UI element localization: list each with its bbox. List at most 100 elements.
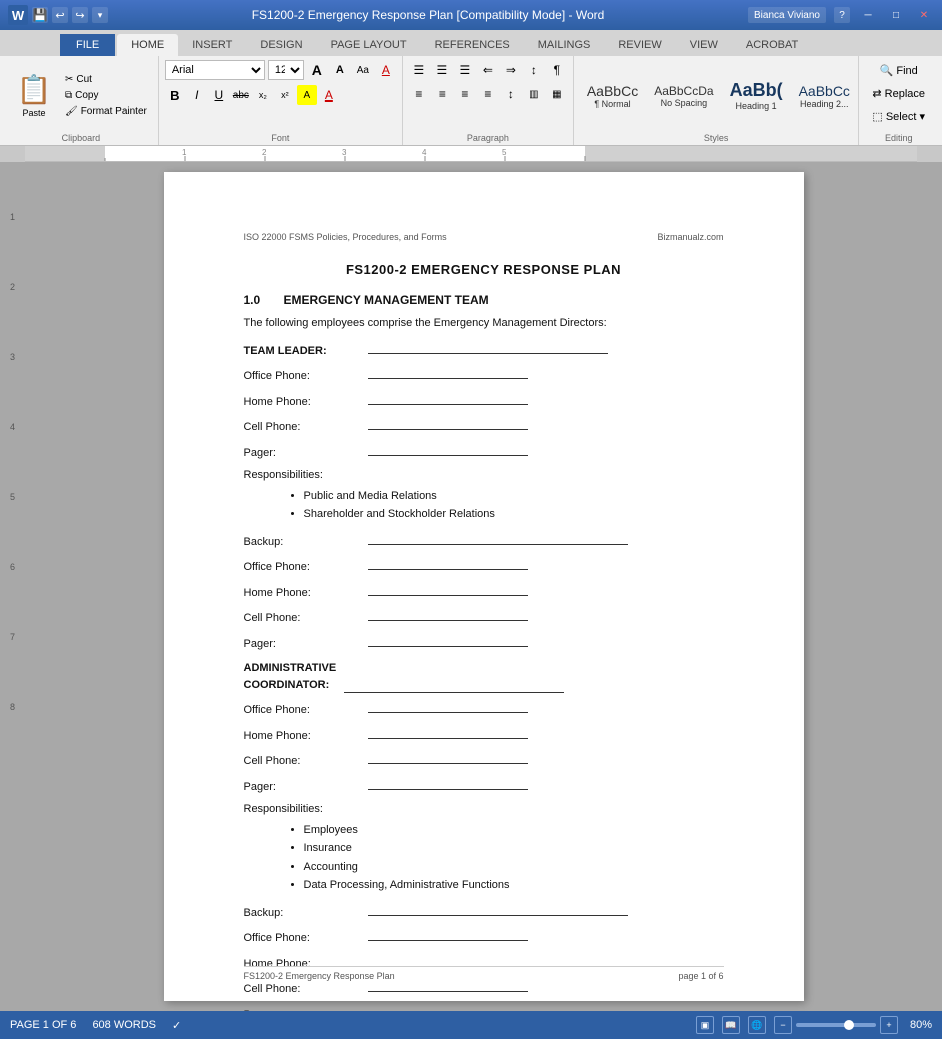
bold-button[interactable]: B [165,85,185,105]
zoom-out-button[interactable]: − [774,1016,792,1034]
left-margin-ruler: 1 2 3 4 5 6 7 8 [0,162,25,1011]
home-phone-2-label: Home Phone: [244,585,364,602]
office-phone-2: Office Phone: [244,556,724,576]
zoom-thumb [844,1020,854,1030]
replace-icon: ⇄ [872,87,881,100]
cell-phone-2: Cell Phone: [244,607,724,627]
help-icon[interactable]: ? [834,7,850,23]
office-phone-2-label: Office Phone: [244,559,364,576]
cut-icon: ✂ [65,74,73,85]
align-left-button[interactable]: ≡ [409,84,429,104]
team-leader-label: TEAM LEADER: [244,343,364,360]
print-layout-button[interactable]: ▣ [696,1016,714,1034]
home-phone-3: Home Phone: [244,725,724,745]
strikethrough-button[interactable]: abc [231,85,251,105]
cut-label: Cut [76,74,92,85]
close-button[interactable]: ✕ [914,8,934,22]
user-menu[interactable]: Bianca Viviano [748,7,826,23]
replace-button[interactable]: ⇄ Replace [865,83,932,104]
change-case-button[interactable]: Aa [353,60,373,80]
style-normal[interactable]: AaBbCc ¶ Normal [580,67,645,125]
style-normal-label: ¶ Normal [594,99,630,109]
center-button[interactable]: ≡ [432,84,452,104]
save-icon[interactable]: 💾 [32,7,48,23]
backup-2-line [368,902,628,916]
borders-button[interactable]: ▦ [547,84,567,104]
customize-icon[interactable]: ▾ [92,7,108,23]
document-scroll[interactable]: ISO 22000 FSMS Policies, Procedures, and… [25,162,942,1011]
clipboard-group: 📋 Paste ✂ Cut ⧉ Copy 🖌 Format Painter Cl… [4,56,159,145]
increase-indent-button[interactable]: ⇒ [501,60,521,80]
style-heading2[interactable]: AaBbCc Heading 2... [792,67,853,125]
shrink-font-button[interactable]: A [330,60,350,80]
font-name-select[interactable]: Arial [165,60,265,80]
tab-file[interactable]: FILE [60,34,115,56]
multilevel-button[interactable]: ☰ [455,60,475,80]
ruler-mark-2: 2 [10,282,15,292]
cell-phone-1: Cell Phone: [244,416,724,436]
sort-button[interactable]: ↕ [524,60,544,80]
ruler-left-margin [0,146,25,162]
tab-design[interactable]: DESIGN [246,34,316,56]
paragraph-label: Paragraph [409,131,567,143]
paragraph-group: ☰ ☰ ☰ ⇐ ⇒ ↕ ¶ ≡ ≡ ≡ ≡ ↕ ▥ ▦ Paragraph [403,56,574,145]
ribbon-controls: 📋 Paste ✂ Cut ⧉ Copy 🖌 Format Painter Cl… [0,56,942,146]
web-layout-button[interactable]: 🌐 [748,1016,766,1034]
align-right-button[interactable]: ≡ [455,84,475,104]
font-label: Font [165,131,396,143]
team-leader-responsibilities: Responsibilities: Public and Media Relat… [244,467,724,523]
bullets-button[interactable]: ☰ [409,60,429,80]
tab-page-layout[interactable]: PAGE LAYOUT [317,34,421,56]
word-icon: W [8,5,28,25]
superscript-button[interactable]: x² [275,85,295,105]
page-footer: FS1200-2 Emergency Response Plan page 1 … [244,966,724,981]
underline-button[interactable]: U [209,85,229,105]
format-painter-button[interactable]: 🖌 Format Painter [60,104,152,119]
shading-button[interactable]: ▥ [524,84,544,104]
tab-acrobat[interactable]: ACROBAT [732,34,812,56]
cell-phone-1-label: Cell Phone: [244,419,364,436]
subscript-button[interactable]: x₂ [253,85,273,105]
numbering-button[interactable]: ☰ [432,60,452,80]
highlight-button[interactable]: A [297,85,317,105]
minimize-button[interactable]: ─ [858,8,878,22]
redo-icon[interactable]: ↪ [72,7,88,23]
admin-coordinator-line [344,679,564,693]
select-button[interactable]: ⬚ Select ▾ [865,106,932,127]
window-controls: Bianca Viviano ? ─ □ ✕ [748,7,934,23]
style-heading1-preview: AaBb( [730,80,783,101]
zoom-in-button[interactable]: + [880,1016,898,1034]
grow-font-button[interactable]: A [307,60,327,80]
decrease-indent-button[interactable]: ⇐ [478,60,498,80]
maximize-button[interactable]: □ [886,8,906,22]
justify-button[interactable]: ≡ [478,84,498,104]
find-button[interactable]: 🔍 Find [873,60,925,81]
style-heading1[interactable]: AaBb( Heading 1 [723,67,790,125]
tab-review[interactable]: REVIEW [604,34,675,56]
style-no-spacing[interactable]: AaBbCcDa No Spacing [647,67,720,125]
copy-button[interactable]: ⧉ Copy [60,88,152,103]
clear-formatting-button[interactable]: A [376,60,396,80]
tab-home[interactable]: HOME [117,34,178,56]
proofing-icon[interactable]: ✓ [172,1019,181,1032]
header-left: ISO 22000 FSMS Policies, Procedures, and… [244,232,447,242]
tab-mailings[interactable]: MAILINGS [524,34,605,56]
cell-phone-3-line [368,750,528,764]
paste-button[interactable]: 📋 Paste [10,68,58,124]
tab-view[interactable]: VIEW [676,34,732,56]
tab-insert[interactable]: INSERT [178,34,246,56]
editing-group: 🔍 Find ⇄ Replace ⬚ Select ▾ Editing [859,56,938,145]
italic-button[interactable]: I [187,85,207,105]
style-no-spacing-preview: AaBbCcDa [654,84,713,98]
read-mode-button[interactable]: 📖 [722,1016,740,1034]
undo-icon[interactable]: ↩ [52,7,68,23]
line-spacing-button[interactable]: ↕ [501,84,521,104]
replace-label: Replace [885,88,925,100]
zoom-track[interactable] [796,1023,876,1027]
pager-3: Pager: [244,776,724,796]
font-color-button[interactable]: A [319,85,339,105]
tab-references[interactable]: REFERENCES [421,34,524,56]
show-paragraph-button[interactable]: ¶ [547,60,567,80]
cut-button[interactable]: ✂ Cut [60,72,152,87]
font-size-select[interactable]: 12 [268,60,304,80]
